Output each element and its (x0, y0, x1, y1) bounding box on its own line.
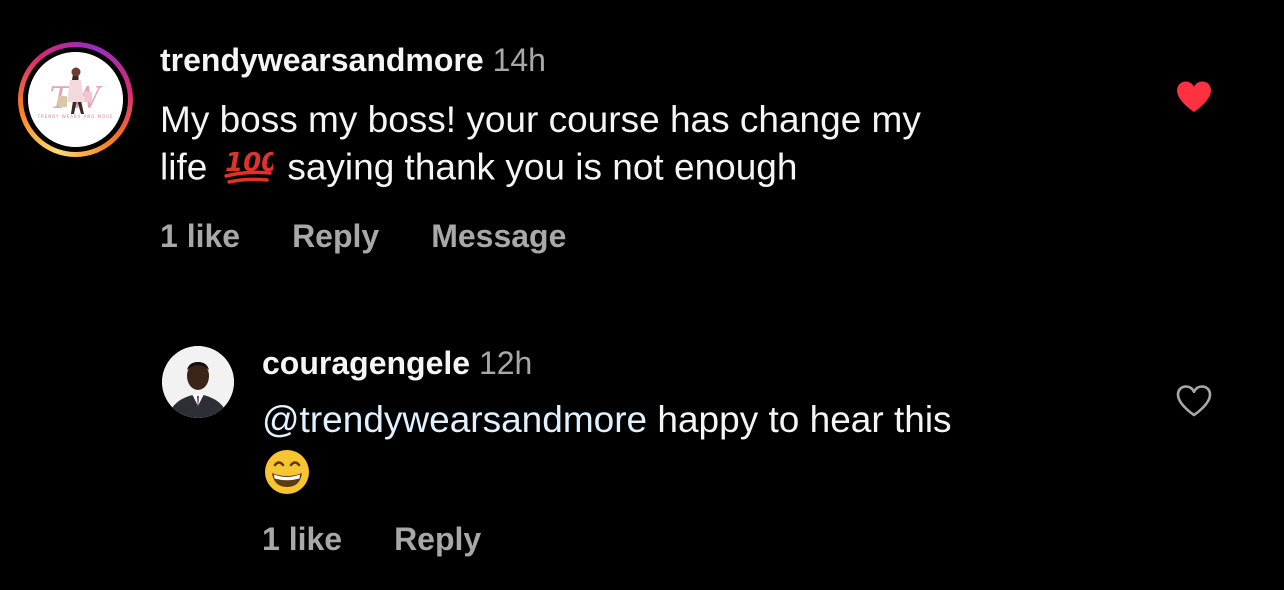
heart-outline-icon[interactable] (1175, 384, 1213, 418)
timestamp: 14h (492, 42, 546, 78)
comment-actions: 1 like Reply (262, 518, 481, 560)
tw-logo-image: TW TRENDY WEARS AND MORE (28, 52, 123, 147)
comment-text-line: life 100 saying thank you is not enough (160, 143, 1160, 196)
comment-text-line: happy to hear this (657, 399, 952, 440)
heart-filled-icon[interactable] (1175, 80, 1213, 114)
comment-item: TW TRENDY WEARS AND MORE trendywearsandm… (0, 0, 1284, 290)
comment-text-line: My boss my boss! your course has change … (160, 99, 921, 140)
grinning-face-emoji (262, 449, 312, 506)
message-button[interactable]: Message (431, 215, 566, 257)
hundred-points-emoji: 100 (223, 143, 280, 196)
comment-header: trendywearsandmore 14h (160, 40, 546, 80)
profile-photo (162, 346, 234, 418)
comment-header: couragengele 12h (262, 343, 532, 383)
timestamp: 12h (478, 345, 533, 381)
comment-text: My boss my boss! your course has change … (160, 96, 1160, 196)
reply-button[interactable]: Reply (394, 518, 481, 560)
avatar[interactable] (162, 346, 234, 418)
like-count[interactable]: 1 like (160, 215, 240, 257)
svg-text:TRENDY WEARS AND MORE: TRENDY WEARS AND MORE (36, 114, 113, 119)
username[interactable]: trendywearsandmore (160, 42, 484, 78)
comment-text: @trendywearsandmore happy to hear this (262, 396, 1162, 506)
like-count[interactable]: 1 like (262, 518, 342, 560)
username[interactable]: couragengele (262, 345, 470, 381)
reply-item: couragengele 12h @trendywearsandmore hap… (0, 290, 1284, 590)
reply-button[interactable]: Reply (292, 215, 379, 257)
comment-actions: 1 like Reply Message (160, 215, 566, 257)
avatar[interactable]: TW TRENDY WEARS AND MORE (28, 52, 123, 147)
mention-link[interactable]: @trendywearsandmore (262, 399, 647, 440)
